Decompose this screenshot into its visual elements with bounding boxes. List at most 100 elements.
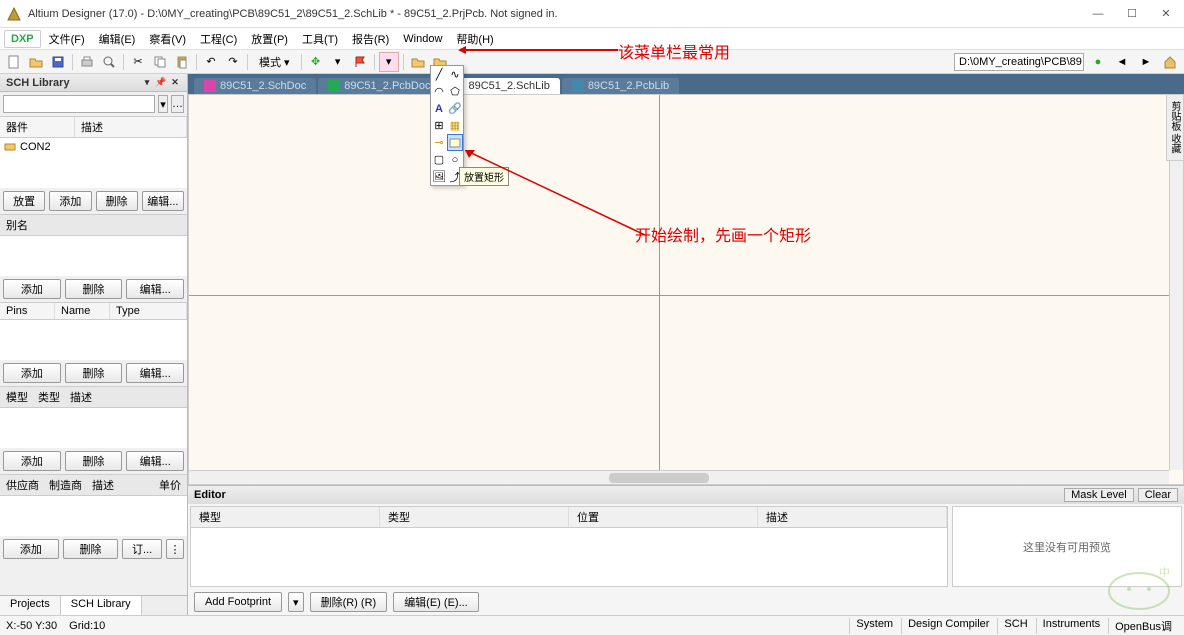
pins-delete-button[interactable]: 删除 (65, 363, 123, 383)
home-icon[interactable] (1160, 52, 1180, 72)
col-type[interactable]: Type (110, 303, 187, 319)
clear-button[interactable]: Clear (1138, 488, 1178, 502)
alias-delete-button[interactable]: 删除 (65, 279, 123, 299)
supplier-add-button[interactable]: 添加 (3, 539, 59, 559)
list-item[interactable]: CON2 (4, 140, 183, 154)
panel-close-icon[interactable]: ✕ (169, 77, 181, 89)
model-list[interactable] (0, 408, 187, 448)
edit-button[interactable]: 编辑... (142, 191, 184, 211)
menu-report[interactable]: 报告(R) (346, 29, 395, 49)
col-model[interactable]: 模型 (191, 507, 380, 527)
search-more-icon[interactable]: … (171, 95, 184, 113)
alias-edit-button[interactable]: 编辑... (126, 279, 184, 299)
status-sch[interactable]: SCH (997, 618, 1033, 634)
flag-icon[interactable] (350, 52, 370, 72)
polygon-icon[interactable]: ⬠ (447, 83, 463, 100)
nav-fwd-icon[interactable]: ► (1136, 52, 1156, 72)
grid-icon[interactable]: ⊞ (431, 117, 447, 134)
menu-project[interactable]: 工程(C) (194, 29, 243, 49)
panel-dropdown-icon[interactable]: ▾ (141, 77, 153, 89)
tab-schdoc[interactable]: 89C51_2.SchDoc (194, 78, 316, 94)
col-description[interactable]: 描述 (758, 507, 947, 527)
alias-list[interactable] (0, 236, 187, 276)
text-icon[interactable]: A (431, 100, 447, 117)
tab-pcbdoc[interactable]: 89C51_2.PcbDoc (318, 78, 440, 94)
pins-edit-button[interactable]: 编辑... (126, 363, 184, 383)
arc-icon[interactable]: ◠ (431, 83, 447, 100)
dxp-button[interactable]: DXP (4, 30, 41, 48)
menu-tools[interactable]: 工具(T) (296, 29, 344, 49)
nav-back-icon[interactable]: ◄ (1112, 52, 1132, 72)
mode-button[interactable]: 模式 ▾ (252, 52, 297, 72)
ellipse-icon[interactable]: ○ (447, 151, 463, 168)
delete-button[interactable]: 删除 (96, 191, 138, 211)
menu-file[interactable]: 文件(F) (43, 29, 91, 49)
ic-icon[interactable]: ▦ (447, 117, 463, 134)
tool-icon[interactable]: ▾ (328, 52, 348, 72)
model-delete-button[interactable]: 删除 (65, 451, 123, 471)
tab-schlibrary[interactable]: SCH Library (61, 596, 142, 615)
col-name[interactable]: Name (55, 303, 110, 319)
place-dropdown-icon[interactable]: ▾ (379, 52, 399, 72)
folder-icon[interactable] (408, 52, 428, 72)
model-add-button[interactable]: 添加 (3, 451, 61, 471)
menu-edit[interactable]: 编辑(E) (93, 29, 142, 49)
supplier-list[interactable] (0, 496, 187, 536)
move-icon[interactable]: ✥ (306, 52, 326, 72)
new-icon[interactable] (4, 52, 24, 72)
delete-footprint-button[interactable]: 删除(R) (R) (310, 592, 388, 612)
open-icon[interactable] (26, 52, 46, 72)
supplier-order-button[interactable]: 订... (122, 539, 162, 559)
polyline-icon[interactable]: ∿ (447, 66, 463, 83)
editor-table[interactable]: 模型 类型 位置 描述 (190, 506, 948, 587)
col-pins[interactable]: Pins (0, 303, 55, 319)
search-input[interactable] (3, 95, 155, 113)
model-edit-button[interactable]: 编辑... (126, 451, 184, 471)
menu-place[interactable]: 放置(P) (245, 29, 294, 49)
link-icon[interactable]: 🔗 (447, 100, 463, 117)
save-icon[interactable] (48, 52, 68, 72)
place-button[interactable]: 放置 (3, 191, 45, 211)
mask-level-button[interactable]: Mask Level (1064, 488, 1134, 502)
col-position[interactable]: 位置 (569, 507, 758, 527)
supplier-delete-button[interactable]: 删除 (63, 539, 119, 559)
col-type[interactable]: 类型 (380, 507, 569, 527)
col-component[interactable]: 器件 (0, 117, 75, 137)
minimize-button[interactable]: — (1090, 6, 1106, 22)
print-icon[interactable] (77, 52, 97, 72)
pins-add-button[interactable]: 添加 (3, 363, 61, 383)
line-icon[interactable]: ╱ (431, 66, 447, 83)
status-design-compiler[interactable]: Design Compiler (901, 618, 995, 634)
component-list[interactable]: CON2 (0, 138, 187, 188)
horizontal-scrollbar[interactable] (189, 470, 1169, 484)
vertical-tab[interactable]: 剪贴板 收藏 (1166, 94, 1184, 161)
col-desc[interactable]: 描述 (75, 117, 187, 137)
nav-go-icon[interactable]: ● (1088, 52, 1108, 72)
menu-window[interactable]: Window (397, 31, 448, 47)
undo-icon[interactable]: ↶ (201, 52, 221, 72)
close-button[interactable]: ✕ (1158, 6, 1174, 22)
path-box[interactable]: D:\0MY_creating\PCB\89 (954, 53, 1084, 71)
tab-projects[interactable]: Projects (0, 596, 61, 615)
tab-pcblib[interactable]: 89C51_2.PcbLib (562, 78, 679, 94)
add-footprint-button[interactable]: Add Footprint (194, 592, 282, 612)
schematic-canvas[interactable] (188, 94, 1184, 485)
edit-footprint-button[interactable]: 编辑(E) (E)... (393, 592, 479, 612)
maximize-button[interactable]: ☐ (1124, 6, 1140, 22)
image-icon[interactable]: 🖼 (431, 168, 447, 185)
roundrect-icon[interactable]: ▢ (431, 151, 447, 168)
alias-add-button[interactable]: 添加 (3, 279, 61, 299)
zoom-icon[interactable] (99, 52, 119, 72)
supplier-more-button[interactable]: ⋮ (166, 539, 184, 559)
pins-list[interactable] (0, 320, 187, 360)
menu-view[interactable]: 察看(V) (143, 29, 192, 49)
copy-icon[interactable] (150, 52, 170, 72)
cut-icon[interactable]: ✂ (128, 52, 148, 72)
pin-icon[interactable]: ⊸ (431, 134, 447, 151)
status-openbus[interactable]: OpenBus调 (1108, 618, 1178, 634)
add-footprint-dropdown[interactable]: ▾ (288, 592, 304, 612)
paste-icon[interactable] (172, 52, 192, 72)
status-instruments[interactable]: Instruments (1036, 618, 1106, 634)
status-system[interactable]: System (849, 618, 899, 634)
search-dropdown-icon[interactable]: ▾ (158, 95, 168, 113)
